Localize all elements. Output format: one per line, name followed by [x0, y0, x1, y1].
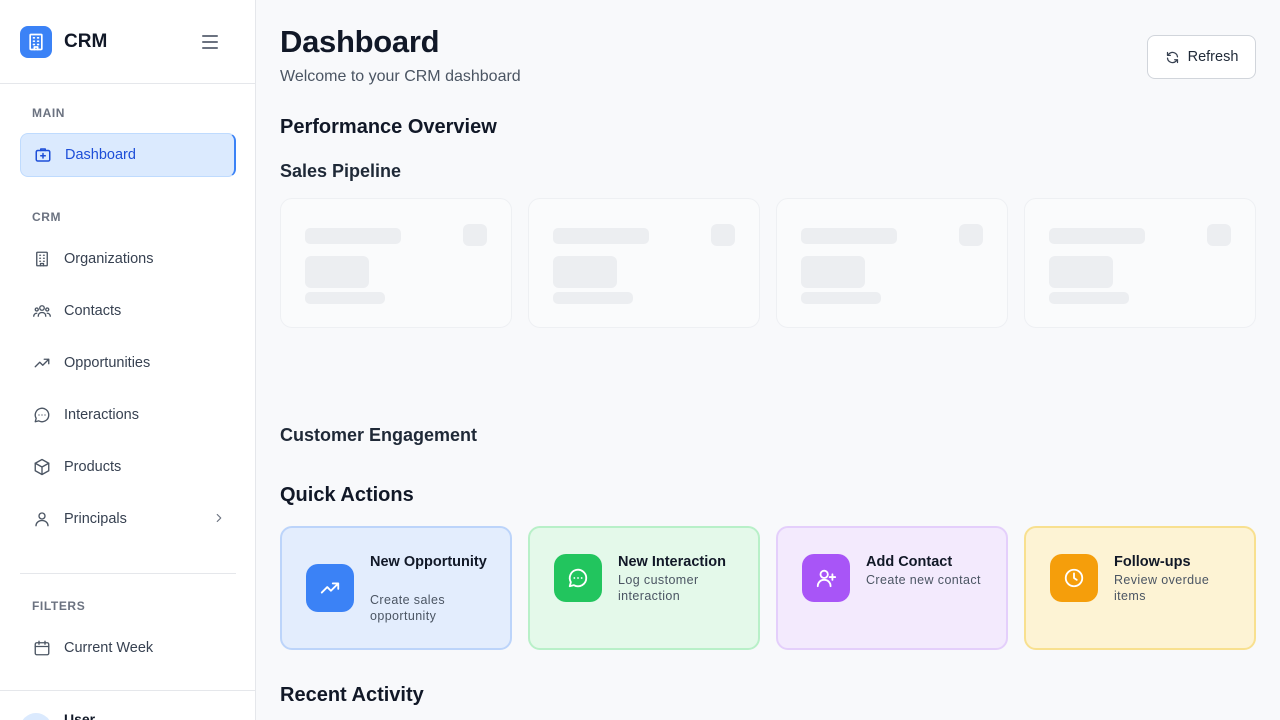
quick-action-title: Follow-ups — [1114, 554, 1191, 570]
skeleton-card — [1024, 198, 1256, 328]
skeleton-card — [528, 198, 760, 328]
building-icon — [20, 25, 52, 58]
sidebar-item-current-week[interactable]: Current Week — [20, 626, 236, 670]
skeleton-line — [305, 228, 401, 244]
sidebar-item-label: Interactions — [64, 407, 139, 423]
sidebar-item-dashboard[interactable]: Dashboard — [20, 133, 236, 177]
refresh-icon — [1165, 50, 1180, 65]
avatar — [20, 713, 52, 720]
sidebar-item-label: Dashboard — [65, 147, 136, 163]
performance-heading: Performance Overview — [280, 116, 497, 138]
section-label-main: MAIN — [32, 106, 66, 120]
quick-action-follow-ups[interactable]: Follow-ups Review overdue items — [1024, 526, 1256, 650]
skeleton-icon — [463, 224, 487, 246]
skeleton-value — [305, 256, 369, 288]
quick-action-title: New Opportunity — [370, 554, 487, 570]
quick-actions-heading: Quick Actions — [280, 484, 414, 506]
quick-action-desc: Create new contact — [866, 573, 981, 587]
sidebar-item-opportunities[interactable]: Opportunities — [20, 341, 236, 385]
sidebar-item-label: Organizations — [64, 251, 154, 267]
skeleton-value — [553, 256, 617, 288]
building-icon — [32, 249, 52, 269]
skeleton-line — [801, 292, 881, 304]
calendar-icon — [32, 638, 52, 658]
skeleton-value — [801, 256, 865, 288]
message-icon — [554, 554, 602, 602]
sidebar-item-interactions[interactable]: Interactions — [20, 393, 236, 437]
sidebar-item-label: Current Week — [64, 640, 154, 656]
recent-activity-heading: Recent Activity — [280, 684, 424, 706]
skeleton-value — [1049, 256, 1113, 288]
sidebar-item-products[interactable]: Products — [20, 445, 236, 489]
sidebar-item-label: Products — [64, 459, 122, 475]
skeleton-line — [801, 228, 897, 244]
engagement-heading: Customer Engagement — [280, 425, 478, 445]
quick-action-title: Add Contact — [866, 554, 953, 570]
page-title: Dashboard — [280, 24, 440, 59]
skeleton-card — [776, 198, 1008, 328]
refresh-label: Refresh — [1187, 49, 1239, 65]
refresh-button[interactable]: Refresh — [1147, 35, 1256, 79]
page-subtitle: Welcome to your CRM dashboard — [280, 68, 521, 85]
sidebar-item-label: Opportunities — [64, 355, 151, 371]
skeleton-line — [553, 292, 633, 304]
skeleton-line — [1049, 292, 1129, 304]
skeleton-icon — [959, 224, 983, 246]
users-icon — [32, 301, 52, 321]
user-name: User — [64, 711, 96, 720]
section-label-filters: FILTERS — [32, 599, 86, 613]
user-profile[interactable]: User — [0, 690, 255, 720]
sidebar-item-principals[interactable]: Principals — [20, 497, 236, 541]
sidebar-item-organizations[interactable]: Organizations — [20, 237, 236, 281]
main-content: Dashboard Welcome to your CRM dashboard … — [256, 0, 1280, 720]
sidebar-item-contacts[interactable]: Contacts — [20, 289, 236, 333]
dashboard-icon — [33, 145, 53, 165]
sidebar: CRM MAIN Dashboard CRM Organizations Con… — [0, 0, 256, 720]
chevron-right-icon — [212, 511, 226, 529]
quick-action-title: New Interaction — [618, 554, 726, 570]
skeleton-icon — [1207, 224, 1231, 246]
quick-action-desc: Create sales opportunity — [370, 593, 445, 623]
message-icon — [32, 405, 52, 425]
quick-action-desc: Log customer interaction — [618, 573, 699, 603]
menu-icon[interactable] — [200, 33, 220, 51]
quick-action-new-interaction[interactable]: New Interaction Log customer interaction — [528, 526, 760, 650]
quick-action-add-contact[interactable]: Add Contact Create new contact — [776, 526, 1008, 650]
skeleton-card — [280, 198, 512, 328]
skeleton-icon — [711, 224, 735, 246]
sidebar-item-label: Principals — [64, 511, 127, 527]
quick-action-new-opportunity[interactable]: New Opportunity Create sales opportunity — [280, 526, 512, 650]
quick-action-desc: Review overdue items — [1114, 573, 1210, 603]
skeleton-line — [305, 292, 385, 304]
sidebar-divider — [20, 573, 236, 574]
user-plus-icon — [802, 554, 850, 602]
clock-icon — [1050, 554, 1098, 602]
box-icon — [32, 457, 52, 477]
brand-name: CRM — [64, 30, 108, 52]
skeleton-line — [553, 228, 649, 244]
sidebar-item-label: Contacts — [64, 303, 122, 319]
trending-up-icon — [32, 353, 52, 373]
user-icon — [32, 509, 52, 529]
skeleton-line — [1049, 228, 1145, 244]
pipeline-heading: Sales Pipeline — [280, 161, 402, 181]
section-label-crm: CRM — [32, 210, 62, 224]
brand-header: CRM — [0, 0, 255, 84]
trending-up-icon — [306, 564, 354, 612]
